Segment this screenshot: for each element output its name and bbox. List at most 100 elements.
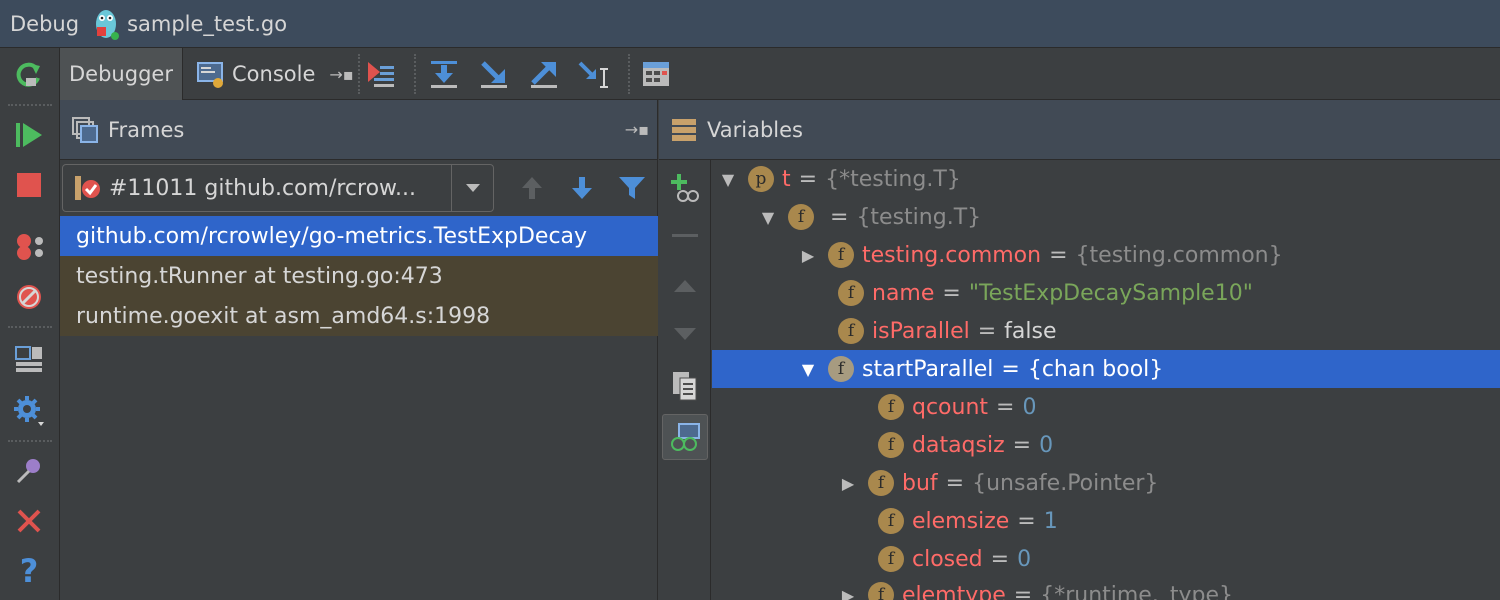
mute-breakpoints-icon[interactable] xyxy=(10,278,48,316)
var-value: {*testing.T} xyxy=(825,166,961,192)
var-name: buf xyxy=(902,470,938,496)
watches-toggle-icon[interactable] xyxy=(662,414,708,460)
tree-node[interactable]: ▼ p t = {*testing.T} xyxy=(712,160,1500,198)
move-down-icon[interactable] xyxy=(665,314,705,354)
show-execution-point-icon[interactable] xyxy=(362,56,398,92)
chevron-down-icon[interactable] xyxy=(451,165,493,211)
expanded-arrow-icon[interactable]: ▼ xyxy=(718,169,738,189)
var-value: 0 xyxy=(1039,432,1054,458)
tab-console-label: Console xyxy=(232,62,316,86)
expanded-arrow-icon[interactable]: ▼ xyxy=(758,207,778,227)
var-value: {unsafe.Pointer} xyxy=(972,470,1159,496)
tree-node-selected[interactable]: ▼ f startParallel = {chan bool} xyxy=(712,350,1500,388)
pin-tab-icon[interactable]: →▪ xyxy=(329,65,353,84)
next-frame-icon[interactable] xyxy=(564,170,600,206)
frame-row[interactable]: github.com/rcrowley/go-metrics.TestExpDe… xyxy=(60,216,658,256)
step-out-icon[interactable] xyxy=(526,56,562,92)
tree-node[interactable]: ▶ f testing.common = {testing.common} xyxy=(712,236,1500,274)
previous-frame-icon[interactable] xyxy=(514,170,550,206)
file-name: sample_test.go xyxy=(127,11,288,36)
thread-selector[interactable]: #11011 github.com/rcrow... xyxy=(62,164,494,212)
tree-node[interactable]: ▶ f buf = {unsafe.Pointer} xyxy=(712,464,1500,502)
evaluate-expression-icon[interactable] xyxy=(638,56,674,92)
close-icon[interactable] xyxy=(10,502,48,540)
badge-icon: f xyxy=(788,204,814,230)
tree-node[interactable]: f elemsize = 1 xyxy=(712,502,1500,540)
tree-node[interactable]: f qcount = 0 xyxy=(712,388,1500,426)
tree-node[interactable]: ▼ f = {testing.T} xyxy=(712,198,1500,236)
collapsed-arrow-icon[interactable]: ▶ xyxy=(838,585,858,600)
var-name: t xyxy=(782,166,791,192)
var-name: elemtype xyxy=(902,582,1006,600)
frames-header: Frames →▪ xyxy=(60,100,657,160)
variables-title: Variables xyxy=(707,117,803,142)
frames-panel: Frames →▪ #11011 github.com/rcrow... git… xyxy=(60,100,658,600)
expanded-arrow-icon[interactable]: ▼ xyxy=(798,359,818,379)
var-name: dataqsiz xyxy=(912,432,1005,458)
var-value: {testing.T} xyxy=(856,204,982,230)
frames-icon xyxy=(72,116,98,143)
resume-icon[interactable] xyxy=(10,116,48,154)
tree-node[interactable]: f isParallel = false xyxy=(712,312,1500,350)
tree-node[interactable]: f name = "TestExpDecaySample10" xyxy=(712,274,1500,312)
badge-icon: f xyxy=(868,470,894,496)
badge-icon: f xyxy=(838,280,864,306)
badge-icon: f xyxy=(878,508,904,534)
var-name: name xyxy=(872,280,935,306)
badge-icon: f xyxy=(868,582,894,600)
run-to-cursor-icon[interactable] xyxy=(576,56,612,92)
badge-icon: f xyxy=(878,546,904,572)
thread-selector-value: #11011 github.com/rcrow... xyxy=(109,175,416,201)
frame-row[interactable]: runtime.goexit at asm_amd64.s:1998 xyxy=(60,296,658,336)
var-value: "TestExpDecaySample10" xyxy=(968,280,1253,306)
var-value: false xyxy=(1004,318,1057,344)
var-value: {testing.common} xyxy=(1075,242,1283,268)
var-name: qcount xyxy=(912,394,989,420)
title-bar: Debug sample_test.go xyxy=(0,0,1500,48)
var-value: 1 xyxy=(1043,508,1058,534)
badge-icon: f xyxy=(878,432,904,458)
rerun-icon[interactable] xyxy=(10,56,48,94)
tree-node[interactable]: f closed = 0 xyxy=(712,540,1500,578)
variables-tree: ▼ p t = {*testing.T} ▼ f = {testing.T} ▶… xyxy=(712,160,1500,600)
badge-icon: p xyxy=(748,166,774,192)
step-into-icon[interactable] xyxy=(476,56,512,92)
pin-icon[interactable] xyxy=(10,452,48,490)
tree-node[interactable]: ▶ f elemtype = {*runtime._type} xyxy=(712,576,1500,600)
var-name: isParallel xyxy=(872,318,970,344)
help-icon[interactable]: ? xyxy=(10,552,48,590)
console-icon xyxy=(196,59,226,89)
filter-icon[interactable] xyxy=(614,170,650,206)
frame-row[interactable]: testing.tRunner at testing.go:473 xyxy=(60,256,658,296)
new-watch-icon[interactable] xyxy=(665,168,705,208)
frames-title: Frames xyxy=(108,117,185,142)
var-name: startParallel xyxy=(862,356,994,382)
var-value: {*runtime._type} xyxy=(1040,582,1233,600)
debug-label: Debug xyxy=(10,11,80,36)
restore-layout-icon[interactable] xyxy=(10,340,48,378)
var-value: 0 xyxy=(1022,394,1037,420)
badge-icon: f xyxy=(828,356,854,382)
step-over-icon[interactable] xyxy=(426,56,462,92)
tab-debugger[interactable]: Debugger xyxy=(60,48,183,100)
stop-icon[interactable] xyxy=(10,166,48,204)
pin-frames-icon[interactable]: →▪ xyxy=(625,120,649,139)
remove-watch-icon[interactable] xyxy=(665,216,705,256)
copy-icon[interactable] xyxy=(665,366,705,406)
variables-header: Variables xyxy=(659,100,1500,160)
variables-panel: Variables ▼ p t = {*testing.T} ▼ f = {te… xyxy=(659,100,1500,600)
var-value: 0 xyxy=(1017,546,1032,572)
collapsed-arrow-icon[interactable]: ▶ xyxy=(798,245,818,265)
tab-console[interactable]: Console →▪ xyxy=(184,48,356,100)
var-name: testing.common xyxy=(862,242,1042,268)
thread-icon xyxy=(73,174,101,202)
view-breakpoints-icon[interactable] xyxy=(10,228,48,266)
collapsed-arrow-icon[interactable]: ▶ xyxy=(838,473,858,493)
badge-icon: f xyxy=(838,318,864,344)
var-value: {chan bool} xyxy=(1027,356,1164,382)
badge-icon: f xyxy=(828,242,854,268)
badge-icon: f xyxy=(878,394,904,420)
tree-node[interactable]: f dataqsiz = 0 xyxy=(712,426,1500,464)
settings-gear-icon[interactable] xyxy=(10,392,48,430)
move-up-icon[interactable] xyxy=(665,266,705,306)
